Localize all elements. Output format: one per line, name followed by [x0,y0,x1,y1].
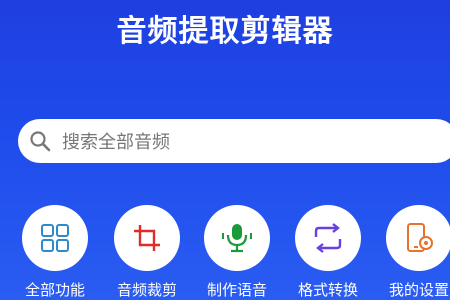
search-placeholder: 搜索全部音频 [62,132,170,153]
crop-icon [134,225,160,251]
microphone-icon [222,224,252,253]
feature-format-convert[interactable]: 格式转换 [283,205,373,300]
feature-icon-circle [295,205,361,271]
search-icon [30,131,51,152]
search-bar[interactable]: 搜索全部音频 [18,119,450,163]
feature-label: 音频裁剪 [116,281,177,299]
feature-audio-crop[interactable]: 音频裁剪 [102,205,192,300]
feature-label: 制作语音 [206,281,267,299]
page-title: 音频提取剪辑器 [116,14,334,49]
feature-label: 我的设置 [388,281,449,299]
feature-icon-circle [204,205,270,271]
feature-icon-circle [22,205,88,271]
feature-all-functions[interactable]: 全部功能 [10,205,100,300]
convert-arrows-icon [314,223,342,253]
phone-gear-icon [407,223,433,252]
grid-icon [41,224,69,252]
feature-icon-circle [386,205,450,271]
feature-make-voice[interactable]: 制作语音 [192,205,282,300]
feature-bar: 全部功能 音频裁剪 制作语音 格式转换 我的设置 [0,205,450,300]
feature-my-settings[interactable]: 我的设置 [374,205,450,300]
feature-icon-circle [114,205,180,271]
feature-label: 全部功能 [24,281,85,299]
feature-label: 格式转换 [297,281,358,299]
